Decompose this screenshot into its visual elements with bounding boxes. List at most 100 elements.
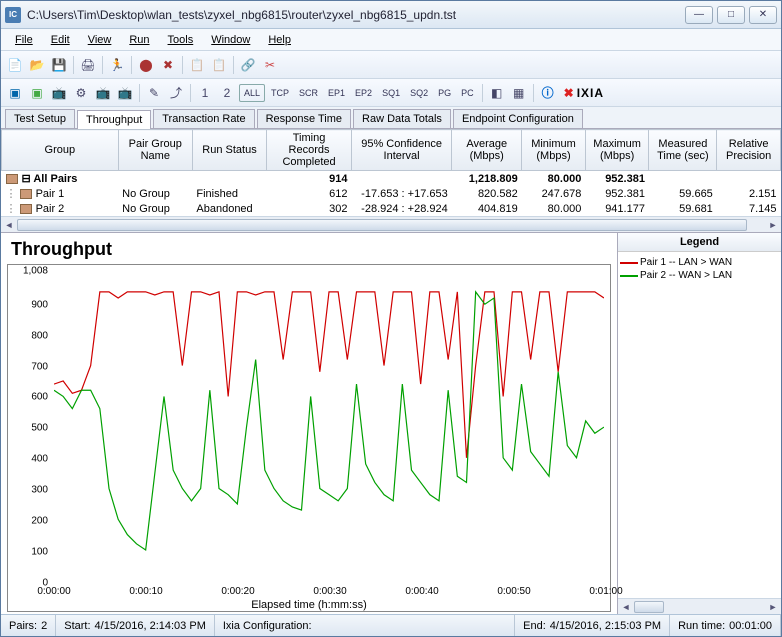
x-tick: 0:00:20 — [221, 586, 254, 597]
link-icon[interactable]: 🔗 — [238, 55, 258, 75]
run-icon[interactable]: 🏃 — [107, 55, 127, 75]
menu-tools[interactable]: Tools — [160, 32, 202, 48]
tool-icon-2[interactable]: ▣ — [27, 83, 47, 103]
tab-response-time[interactable]: Response Time — [257, 109, 351, 128]
filter-pc[interactable]: PC — [457, 84, 478, 102]
col-ci[interactable]: 95% Confidence Interval — [351, 130, 451, 171]
x-tick: 0:00:50 — [497, 586, 530, 597]
table-row[interactable]: ⊟ All Pairs9141,218.80980.000952.381 — [2, 171, 781, 187]
menu-window[interactable]: Window — [203, 32, 258, 48]
tool-icon-8[interactable]: ⤴ — [166, 83, 186, 103]
tab-endpoint-config[interactable]: Endpoint Configuration — [453, 109, 583, 128]
x-axis-label: Elapsed time (h:mm:ss) — [8, 597, 610, 611]
status-config: Ixia Configuration: — [215, 615, 515, 636]
y-tick: 1,008 — [8, 266, 48, 277]
tab-raw-data[interactable]: Raw Data Totals — [353, 109, 451, 128]
tool-icon-4[interactable]: ⚙ — [71, 83, 91, 103]
group-icon — [6, 174, 18, 184]
paste-icon[interactable]: 📋 — [209, 55, 229, 75]
open-icon[interactable]: 📂 — [27, 55, 47, 75]
menu-view[interactable]: View — [80, 32, 120, 48]
legend-scrollbar[interactable]: ◄ ► — [618, 598, 781, 614]
legend-item[interactable]: Pair 1 -- LAN > WAN — [620, 256, 779, 269]
pair-icon — [20, 204, 32, 214]
copy-icon[interactable]: 📋 — [187, 55, 207, 75]
col-time[interactable]: Measured Time (sec) — [649, 130, 717, 171]
status-pairs: Pairs:2 — [1, 615, 56, 636]
filter-sq1[interactable]: SQ1 — [378, 84, 404, 102]
abort-icon[interactable]: ✖ — [158, 55, 178, 75]
col-min[interactable]: Minimum (Mbps) — [522, 130, 586, 171]
table-scrollbar[interactable]: ◄ ► — [1, 216, 781, 232]
status-end: End:4/15/2016, 2:15:03 PM — [515, 615, 670, 636]
close-button[interactable]: ✕ — [749, 6, 777, 24]
menu-edit[interactable]: Edit — [43, 32, 78, 48]
unlink-icon[interactable]: ✂ — [260, 55, 280, 75]
scroll-right-icon[interactable]: ► — [765, 217, 781, 233]
tool-icon-10[interactable]: 2 — [217, 83, 237, 103]
legend-item[interactable]: Pair 2 -- WAN > LAN — [620, 269, 779, 282]
filter-all[interactable]: ALL — [239, 84, 265, 102]
y-tick: 700 — [8, 361, 48, 372]
statusbar: Pairs:2 Start:4/15/2016, 2:14:03 PM Ixia… — [1, 614, 781, 636]
col-max[interactable]: Maximum (Mbps) — [585, 130, 649, 171]
toolbar-secondary: ▣ ▣ 📺 ⚙ 📺 📺 ✎ ⤴ 1 2 ALL TCP SCR EP1 EP2 … — [1, 79, 781, 107]
scroll-right-icon[interactable]: ► — [765, 599, 781, 615]
filter-ep2[interactable]: EP2 — [351, 84, 376, 102]
legend-header: Legend — [618, 233, 781, 252]
menubar: File Edit View Run Tools Window Help — [1, 29, 781, 51]
col-records[interactable]: Timing Records Completed — [267, 130, 352, 171]
tool-icon-6[interactable]: 📺 — [115, 83, 135, 103]
scroll-left-icon[interactable]: ◄ — [1, 217, 17, 233]
tool-icon-9[interactable]: 1 — [195, 83, 215, 103]
series-line — [54, 292, 604, 458]
tab-test-setup[interactable]: Test Setup — [5, 109, 75, 128]
col-avg[interactable]: Average (Mbps) — [452, 130, 522, 171]
tool-icon-7[interactable]: ✎ — [144, 83, 164, 103]
tool-icon-12[interactable]: ▦ — [509, 83, 529, 103]
x-tick: 0:00:30 — [313, 586, 346, 597]
stop-icon[interactable]: ⬤ — [136, 55, 156, 75]
col-group[interactable]: Group — [2, 130, 119, 171]
tab-throughput[interactable]: Throughput — [77, 110, 151, 129]
throughput-chart[interactable]: Mbps 01002003004005006007008009001,008 0… — [7, 264, 611, 612]
toolbar-main: 📄 📂 💾 🖨 🏃 ⬤ ✖ 📋 📋 🔗 ✂ — [1, 51, 781, 79]
y-tick: 400 — [8, 454, 48, 465]
table-row[interactable]: ⋮ Pair 2No GroupAbandoned302-28.924 : +2… — [2, 201, 781, 216]
minimize-button[interactable]: — — [685, 6, 713, 24]
tab-bar: Test Setup Throughput Transaction Rate R… — [1, 107, 781, 129]
series-line — [54, 292, 604, 550]
filter-pg[interactable]: PG — [434, 84, 455, 102]
scroll-left-icon[interactable]: ◄ — [618, 599, 634, 615]
app-icon: IC — [5, 7, 21, 23]
col-prec[interactable]: Relative Precision — [717, 130, 781, 171]
y-tick: 800 — [8, 330, 48, 341]
y-tick: 200 — [8, 516, 48, 527]
filter-ep1[interactable]: EP1 — [324, 84, 349, 102]
y-tick: 600 — [8, 392, 48, 403]
results-table: Group Pair Group Name Run Status Timing … — [1, 129, 781, 233]
window-title: C:\Users\Tim\Desktop\wlan_tests\zyxel_nb… — [27, 8, 685, 22]
tab-transaction-rate[interactable]: Transaction Rate — [153, 109, 254, 128]
tool-icon-1[interactable]: ▣ — [5, 83, 25, 103]
info-icon[interactable]: ⓘ — [538, 83, 558, 103]
filter-sq2[interactable]: SQ2 — [406, 84, 432, 102]
menu-run[interactable]: Run — [121, 32, 157, 48]
filter-tcp[interactable]: TCP — [267, 84, 293, 102]
filter-scr[interactable]: SCR — [295, 84, 322, 102]
maximize-button[interactable]: □ — [717, 6, 745, 24]
new-icon[interactable]: 📄 — [5, 55, 25, 75]
tool-icon-11[interactable]: ◧ — [487, 83, 507, 103]
x-tick: 0:00:10 — [129, 586, 162, 597]
tool-icon-3[interactable]: 📺 — [49, 83, 69, 103]
y-tick: 300 — [8, 485, 48, 496]
table-row[interactable]: ⋮ Pair 1No GroupFinished612-17.653 : +17… — [2, 186, 781, 201]
col-pair-group[interactable]: Pair Group Name — [118, 130, 192, 171]
menu-help[interactable]: Help — [260, 32, 299, 48]
save-icon[interactable]: 💾 — [49, 55, 69, 75]
tool-icon-5[interactable]: 📺 — [93, 83, 113, 103]
x-tick: 0:00:00 — [37, 586, 70, 597]
menu-file[interactable]: File — [7, 32, 41, 48]
print-icon[interactable]: 🖨 — [78, 55, 98, 75]
col-run-status[interactable]: Run Status — [192, 130, 266, 171]
